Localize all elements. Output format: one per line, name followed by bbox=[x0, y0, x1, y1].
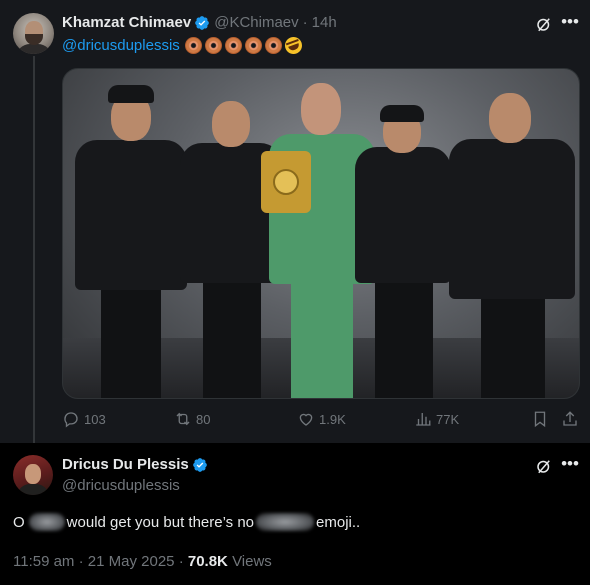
reply-header: Dricus Du Plessis bbox=[62, 456, 212, 473]
reply-text-part3: emoji.. bbox=[316, 513, 361, 531]
blurred-emoji bbox=[256, 513, 315, 531]
blurred-emoji bbox=[28, 513, 65, 531]
photo-person bbox=[445, 89, 577, 398]
verified-badge-icon bbox=[195, 15, 210, 30]
reply-text: O would get you but there’s no emoji.. bbox=[13, 513, 360, 531]
reply-button[interactable]: 103 bbox=[62, 410, 106, 428]
more-options-icon[interactable]: ••• bbox=[561, 13, 579, 31]
grok-icon[interactable] bbox=[535, 457, 553, 475]
doughnut-emoji-icon bbox=[224, 37, 242, 54]
reply-count: 103 bbox=[84, 411, 106, 427]
reply-meta: 11:59 am · 21 May 2025 · 70.8K Views bbox=[13, 553, 272, 570]
more-options-icon[interactable]: ••• bbox=[561, 455, 579, 473]
views-button[interactable]: 77K bbox=[414, 410, 459, 428]
quoted-tweet-card[interactable]: Khamzat Chimaev @KChimaev · 14h ••• @dri… bbox=[0, 0, 590, 452]
tweet-photo[interactable] bbox=[62, 68, 580, 399]
like-count: 1.9K bbox=[319, 411, 346, 427]
verified-badge-icon bbox=[192, 457, 207, 472]
photo-person bbox=[71, 85, 191, 398]
reply-author-handle[interactable]: @dricusduplessis bbox=[62, 477, 180, 494]
doughnut-emoji-icon bbox=[264, 37, 282, 54]
heart-icon bbox=[299, 413, 313, 426]
avatar-dricus[interactable] bbox=[13, 455, 53, 495]
grok-icon[interactable] bbox=[535, 15, 553, 33]
share-icon bbox=[563, 411, 577, 426]
reply-icon bbox=[64, 412, 78, 428]
reply-text-part2: would get you but there’s no bbox=[66, 513, 255, 531]
tweet-actions-bar: 103 80 1.9K 77K bbox=[62, 410, 580, 432]
bookmark-icon bbox=[534, 411, 546, 428]
reply-text-part1: O bbox=[13, 513, 25, 531]
reply-handle-row: @dricusduplessis bbox=[62, 477, 180, 494]
reply-time[interactable]: 11:59 am bbox=[13, 553, 74, 570]
avatar-khamzat[interactable] bbox=[13, 13, 54, 54]
thread-connector-line bbox=[33, 56, 35, 452]
analytics-icon bbox=[416, 413, 431, 426]
doughnut-emoji-icon bbox=[244, 37, 262, 54]
reply-views-label: Views bbox=[232, 553, 272, 570]
author-handle[interactable]: @KChimaev bbox=[214, 14, 298, 31]
repost-count: 80 bbox=[196, 411, 211, 427]
reply-date[interactable]: 21 May 2025 bbox=[88, 553, 175, 570]
bookmark-button[interactable] bbox=[531, 410, 553, 428]
share-button[interactable] bbox=[561, 410, 583, 428]
tweet-time[interactable]: 14h bbox=[312, 14, 337, 31]
reply-views-count: 70.8K bbox=[187, 553, 228, 570]
separator-dot: · bbox=[302, 14, 308, 31]
reply-tweet[interactable]: Dricus Du Plessis @dricusduplessis ••• O… bbox=[0, 443, 590, 585]
photo-person bbox=[353, 105, 453, 398]
doughnut-emoji-icon bbox=[184, 37, 202, 54]
repost-button[interactable]: 80 bbox=[174, 410, 210, 428]
laughing-emoji-icon bbox=[282, 34, 305, 57]
mention-link[interactable]: @dricusduplessis bbox=[62, 37, 180, 54]
tweet-header: Khamzat Chimaev @KChimaev · 14h bbox=[62, 14, 337, 31]
reply-author-name[interactable]: Dricus Du Plessis bbox=[62, 456, 189, 473]
author-name[interactable]: Khamzat Chimaev bbox=[62, 14, 191, 31]
views-count: 77K bbox=[436, 411, 460, 427]
doughnut-emoji-icon bbox=[204, 37, 222, 54]
repost-icon bbox=[176, 412, 190, 426]
like-button[interactable]: 1.9K bbox=[297, 410, 346, 428]
tweet-text: @dricusduplessis bbox=[62, 34, 305, 57]
